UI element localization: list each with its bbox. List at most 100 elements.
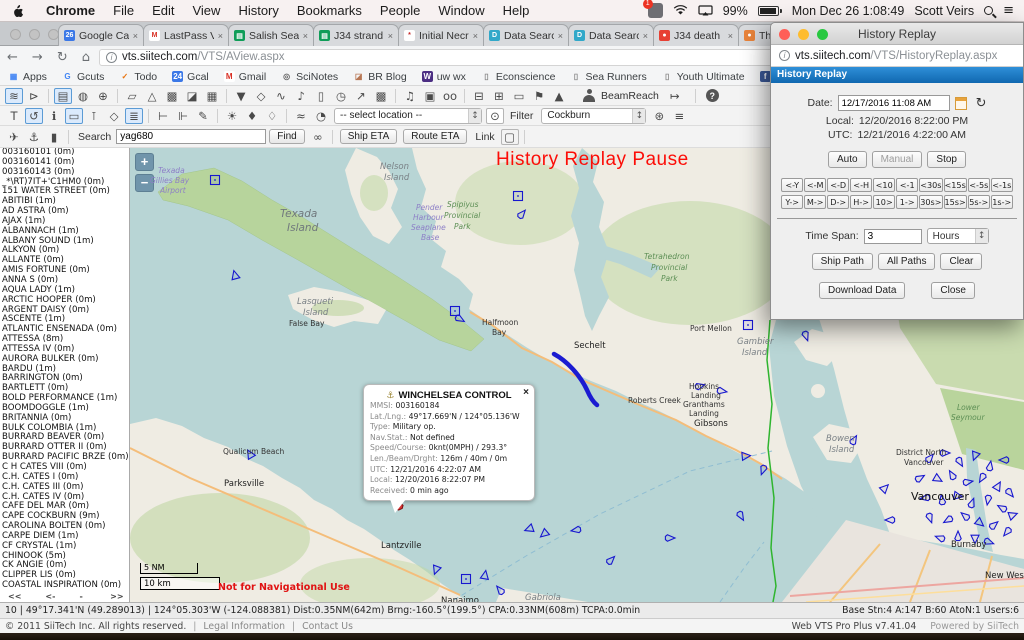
notification-center-icon[interactable]: ≡ xyxy=(1003,3,1014,18)
spotlight-search-icon[interactable] xyxy=(984,6,993,15)
forward-button[interactable]: → xyxy=(25,50,50,65)
tab-close-icon[interactable]: × xyxy=(643,31,648,41)
minimize-window-button[interactable] xyxy=(29,29,40,40)
history-clock-icon[interactable]: ◷ xyxy=(332,88,350,104)
step-forward-button[interactable]: 1s-> xyxy=(991,195,1013,209)
updates-icon[interactable]: 1 xyxy=(648,3,663,18)
menu-item-edit[interactable]: Edit xyxy=(143,3,183,18)
sail-plan-icon[interactable]: ⊳ xyxy=(25,88,43,104)
step-forward-button[interactable]: D-> xyxy=(827,195,849,209)
page-info-icon[interactable]: i xyxy=(779,50,790,61)
tab-close-icon[interactable]: × xyxy=(558,31,563,41)
step-back-button[interactable]: <-1s xyxy=(991,178,1013,192)
filter-select[interactable]: Cockburn↕ xyxy=(541,108,646,124)
menu-item-file[interactable]: File xyxy=(104,3,143,18)
chart-box2-icon[interactable]: ◪ xyxy=(183,88,201,104)
inbox-up-icon[interactable]: ⊞ xyxy=(490,88,508,104)
step-forward-button[interactable]: 1-> xyxy=(896,195,918,209)
inbox-down-icon[interactable]: ⊟ xyxy=(470,88,488,104)
flag-icon[interactable]: ⚑ xyxy=(530,88,548,104)
contact-link[interactable]: Contact Us xyxy=(302,621,353,632)
zoom-window-button[interactable] xyxy=(817,29,828,40)
pager-link[interactable]: >> xyxy=(110,592,123,602)
bookmark-todo[interactable]: ✓Todo xyxy=(119,71,157,83)
warning-icon[interactable]: ▲ xyxy=(550,88,568,104)
close-button[interactable]: Close xyxy=(931,282,975,299)
pager-link[interactable]: << xyxy=(8,592,21,602)
label-balloon-icon[interactable]: ▭ xyxy=(65,108,83,124)
tab-1[interactable]: 26Google Ca× xyxy=(58,24,144,46)
pager-link[interactable]: <- xyxy=(45,592,55,602)
logout-icon[interactable]: ↦ xyxy=(666,88,684,104)
layers-icon[interactable]: ≋ xyxy=(5,88,23,104)
home-button[interactable]: ⌂ xyxy=(75,50,97,65)
info-icon[interactable]: ℹ xyxy=(45,108,63,124)
step-back-button[interactable]: <-M xyxy=(804,178,826,192)
menu-item-chrome[interactable]: Chrome xyxy=(37,3,104,18)
vessel-marker[interactable] xyxy=(211,176,220,185)
tab-close-icon[interactable]: × xyxy=(218,31,223,41)
legal-link[interactable]: Legal Information xyxy=(203,621,285,632)
popup-title-bar[interactable]: History Replay xyxy=(771,23,1023,45)
list-icon[interactable]: ≣ xyxy=(125,108,143,124)
reload-button[interactable]: ↻ xyxy=(50,50,75,65)
menu-item-bookmarks[interactable]: Bookmarks xyxy=(288,3,371,18)
trend-icon[interactable]: ↗ xyxy=(352,88,370,104)
zone-icon[interactable]: ◇ xyxy=(252,88,270,104)
menu-item-history[interactable]: History xyxy=(229,3,287,18)
tab-5[interactable]: *Initial Necr× xyxy=(398,24,484,46)
bookmark-scinotes[interactable]: ◎SciNotes xyxy=(281,71,338,83)
auto-button[interactable]: Auto xyxy=(828,151,867,168)
measure-tools-icon[interactable]: ✈ xyxy=(5,129,23,145)
tab-close-icon[interactable]: × xyxy=(133,31,138,41)
bookmark-sea-runners[interactable]: ▯Sea Runners xyxy=(570,71,646,83)
tab-6[interactable]: DData Searc× xyxy=(483,24,569,46)
step-back-button[interactable]: <15s xyxy=(944,178,967,192)
step-back-button[interactable]: <-1 xyxy=(896,178,918,192)
diamond-zone-icon[interactable]: ◇ xyxy=(105,108,123,124)
tiles-icon[interactable]: ▦ xyxy=(203,88,221,104)
time-span-input[interactable] xyxy=(864,229,922,244)
voicemail-icon[interactable]: oo xyxy=(441,88,459,104)
bookmark-uw-wx[interactable]: Wuw wx xyxy=(422,71,466,83)
minimize-window-button[interactable] xyxy=(798,29,809,40)
search-input[interactable] xyxy=(116,129,266,144)
airplay-display-icon[interactable] xyxy=(698,5,713,16)
close-window-button[interactable] xyxy=(779,29,790,40)
buoy-icon[interactable]: ♦ xyxy=(243,108,261,124)
menu-item-view[interactable]: View xyxy=(183,3,229,18)
step-back-button[interactable]: <-5s xyxy=(968,178,990,192)
fuel-icon[interactable]: ▮ xyxy=(45,129,63,145)
draw-icon[interactable]: ✎ xyxy=(194,108,212,124)
tab-3[interactable]: ▤Salish Sea× xyxy=(228,24,314,46)
chat-icon[interactable]: ▭ xyxy=(510,88,528,104)
tab-close-icon[interactable]: × xyxy=(473,31,478,41)
ship-eta-button[interactable]: Ship ETA xyxy=(340,129,398,144)
step-back-button[interactable]: <30s xyxy=(919,178,942,192)
popup-address-bar[interactable]: i vts.siitech.com/VTS/HistoryReplay.aspx xyxy=(771,45,1023,67)
stop-button[interactable]: Stop xyxy=(927,151,966,168)
step-back-button[interactable]: <-Y xyxy=(781,178,803,192)
gear-icon[interactable]: ⊛ xyxy=(650,108,668,124)
globe-grid-icon[interactable]: ⊕ xyxy=(94,88,112,104)
route-nodes-icon[interactable]: ∿ xyxy=(272,88,290,104)
bell-icon[interactable]: ♪ xyxy=(292,88,310,104)
vessel-marker[interactable] xyxy=(744,321,753,330)
globe-icon[interactable]: ◍ xyxy=(74,88,92,104)
alarm-bell-icon[interactable]: ♫ xyxy=(401,88,419,104)
step-forward-button[interactable]: Y-> xyxy=(781,195,803,209)
time-span-unit-select[interactable]: Hours↕ xyxy=(927,228,989,244)
help-icon[interactable]: ? xyxy=(706,89,719,102)
tab-7[interactable]: DData Searc× xyxy=(568,24,654,46)
step-forward-button[interactable]: 30s> xyxy=(919,195,942,209)
beacon-icon[interactable]: ♢ xyxy=(263,108,281,124)
wind-barb-icon[interactable]: ⊢ xyxy=(154,108,172,124)
step-forward-button[interactable]: 10> xyxy=(873,195,895,209)
chart-peak-icon[interactable]: △ xyxy=(143,88,161,104)
vessel-marker[interactable] xyxy=(514,192,523,201)
menu-user[interactable]: Scott Veirs xyxy=(914,4,974,18)
data-table-icon[interactable]: ▩ xyxy=(372,88,390,104)
step-forward-button[interactable]: 5s-> xyxy=(968,195,990,209)
text-tool-icon[interactable]: T xyxy=(5,108,23,124)
apple-menu-icon[interactable] xyxy=(12,4,23,17)
